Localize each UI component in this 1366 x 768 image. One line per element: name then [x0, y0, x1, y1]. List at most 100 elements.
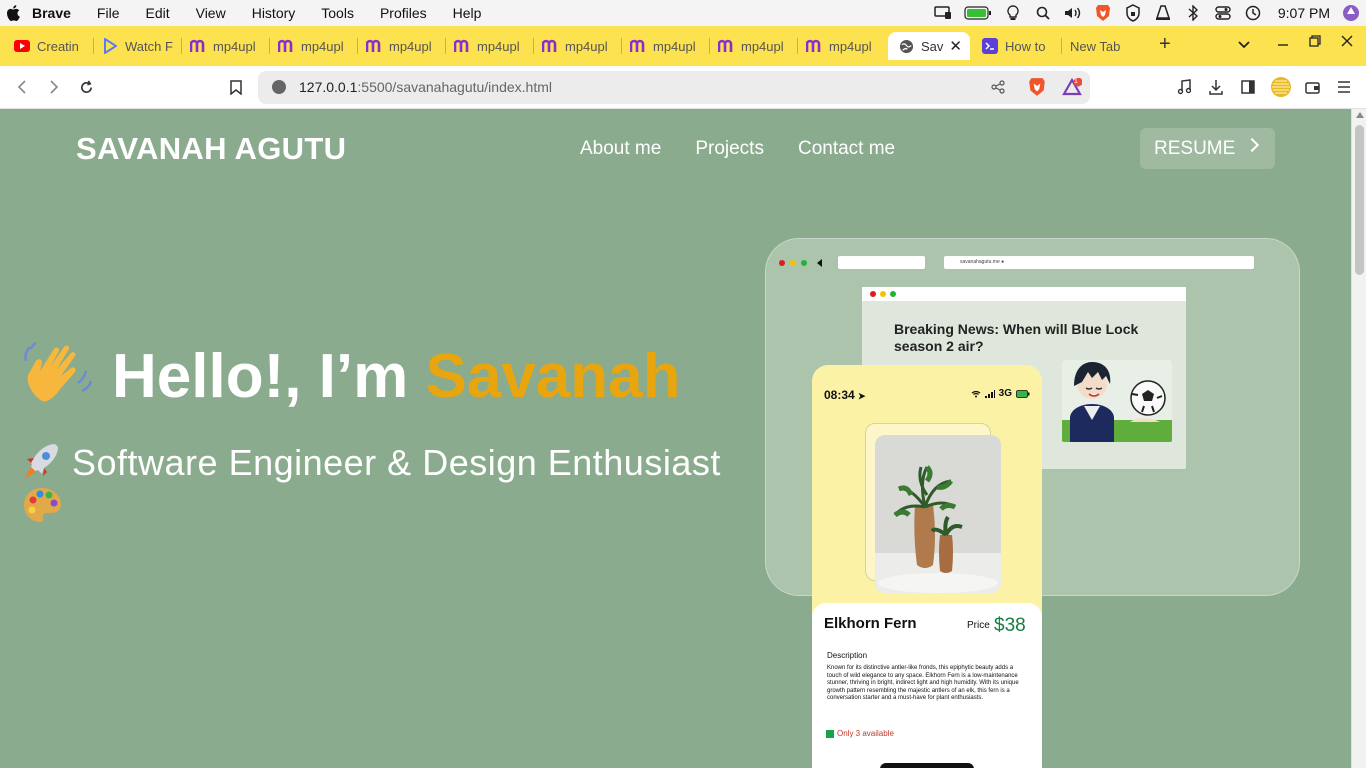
menu-view[interactable]: View [196, 5, 226, 21]
tagline-text: Software Engineer & Design Enthusiast [72, 442, 721, 483]
tab-label: Creatin [37, 38, 79, 54]
rewards-badge-count: 1 [1074, 78, 1078, 85]
wifi-icon [971, 390, 981, 397]
nav-contact-me[interactable]: Contact me [798, 138, 895, 160]
download-icon[interactable] [1207, 78, 1225, 96]
tab-label: Sav [921, 38, 944, 54]
tab-mp4upload-8[interactable]: mp4upl [806, 32, 886, 60]
menubar-clock[interactable]: 9:07 PM [1278, 5, 1330, 21]
vpn-shield-icon[interactable] [1124, 4, 1142, 22]
profile-coin-icon[interactable] [1270, 76, 1292, 98]
close-window-icon[interactable] [1341, 34, 1353, 52]
vlc-cone-icon[interactable] [1154, 5, 1172, 21]
hero-name: Savanah [425, 342, 681, 411]
tab-label: New Tab [1070, 38, 1121, 54]
rocket-icon [25, 444, 58, 478]
tab-mp4upload-7[interactable]: mp4upl [718, 32, 798, 60]
nav-projects[interactable]: Projects [695, 138, 764, 160]
menu-tools[interactable]: Tools [321, 5, 354, 21]
restore-icon[interactable] [1309, 34, 1321, 52]
resume-button[interactable]: RESUME [1140, 128, 1275, 169]
availability: Only 3 available [826, 729, 894, 738]
tab-mp4upload-5[interactable]: mp4upl [542, 32, 622, 60]
tab-label: mp4upl [301, 38, 344, 54]
app-menu-brave[interactable]: Brave [32, 5, 71, 21]
tab-label: Watch F [125, 38, 173, 54]
nav-about-me[interactable]: About me [580, 138, 661, 160]
tab-label: mp4upl [389, 38, 432, 54]
back-icon[interactable] [13, 78, 31, 96]
back-arrow-icon [817, 259, 822, 267]
scrollbar-thumb[interactable] [1355, 125, 1364, 275]
sidebar-toggle-icon[interactable] [1239, 78, 1257, 96]
bluetooth-icon[interactable] [1184, 5, 1202, 21]
bookmark-icon[interactable] [227, 78, 245, 96]
price-label: Price [967, 620, 990, 631]
tab-mp4upload-6[interactable]: mp4upl [630, 32, 710, 60]
phone-mockup: 08:34 ➤ 3G Elkhorn Fern Price $38 Descri… [812, 365, 1042, 768]
description-label: Description [827, 651, 868, 660]
screen-mirror-icon[interactable] [934, 5, 952, 21]
tab-search-chevron-icon[interactable] [1238, 36, 1250, 54]
tab-mp4upload-3[interactable]: mp4upl [366, 32, 446, 60]
menu-file[interactable]: File [97, 5, 120, 21]
tab-savanah-active[interactable]: Sav ✕ [888, 32, 970, 60]
brave-lion-icon[interactable] [1094, 5, 1112, 21]
site-brand[interactable]: SAVANAH AGUTU [76, 131, 346, 167]
volume-icon[interactable] [1064, 5, 1082, 21]
phone-battery-icon [1016, 389, 1030, 398]
m-logo-icon [190, 38, 206, 54]
minimize-icon[interactable] [1277, 34, 1289, 52]
tab-mp4upload-4[interactable]: mp4upl [454, 32, 534, 60]
tab-youtube[interactable]: Creatin [14, 32, 94, 60]
forward-icon[interactable] [45, 78, 63, 96]
new-tab-plus-icon[interactable]: + [1159, 33, 1171, 56]
battery-icon[interactable] [964, 5, 992, 21]
news-window-bar [862, 287, 1186, 301]
reload-icon[interactable] [77, 78, 95, 96]
control-center-icon[interactable] [1214, 5, 1232, 21]
url-path: :5500/savanahagutu/index.html [357, 79, 552, 95]
menu-help[interactable]: Help [453, 5, 482, 21]
tab-watch[interactable]: Watch F [102, 32, 182, 60]
phone-time: 08:34 ➤ [824, 388, 866, 402]
url-host: 127.0.0.1 [299, 79, 358, 95]
share-icon[interactable] [991, 80, 1005, 99]
site-info-icon[interactable] [272, 80, 286, 94]
mock-url-text: savanahagutu.me [960, 259, 1000, 265]
profile-avatar-icon[interactable] [1342, 5, 1360, 21]
product-name: Elkhorn Fern [824, 615, 917, 632]
media-music-icon[interactable] [1175, 78, 1193, 96]
url-text[interactable]: 127.0.0.1:5500/savanahagutu/index.html [299, 79, 552, 95]
product-price: $38 [994, 615, 1026, 636]
brave-shields-icon[interactable] [1028, 77, 1046, 102]
news-headline: Breaking News: When will Blue Lock seaso… [894, 321, 1139, 354]
brave-rewards-icon[interactable] [1062, 77, 1083, 101]
menu-edit[interactable]: Edit [145, 5, 169, 21]
m-logo-icon [278, 38, 294, 54]
play-icon [102, 38, 118, 54]
screen-time-icon[interactable] [1244, 5, 1262, 21]
tab-mp4upload-1[interactable]: mp4upl [190, 32, 270, 60]
address-bar[interactable]: 127.0.0.1:5500/savanahagutu/index.html 1 [258, 71, 1090, 104]
browser-toolbar: 127.0.0.1:5500/savanahagutu/index.html 1 [0, 66, 1366, 109]
menu-profiles[interactable]: Profiles [380, 5, 427, 21]
tab-new-tab[interactable]: New Tab [1070, 32, 1150, 60]
lightbulb-icon[interactable] [1004, 5, 1022, 21]
search-icon[interactable] [1034, 5, 1052, 21]
phone-time-text: 08:34 [824, 388, 855, 402]
page-scrollbar[interactable] [1351, 109, 1366, 768]
terminal-icon [982, 38, 998, 54]
hamburger-menu-icon[interactable] [1335, 78, 1353, 96]
scroll-up-icon[interactable] [1356, 112, 1364, 118]
tab-close-icon[interactable]: ✕ [949, 37, 962, 55]
browser-tab-strip: Creatin Watch F mp4upl mp4upl mp4upl mp4… [0, 26, 1366, 66]
product-description: Known for its distinctive antler-like fr… [827, 665, 1019, 702]
menu-history[interactable]: History [252, 5, 296, 21]
wallet-icon[interactable] [1303, 78, 1321, 96]
tab-mp4upload-2[interactable]: mp4upl [278, 32, 358, 60]
apple-icon[interactable] [6, 5, 20, 21]
tab-how-to[interactable]: How to [982, 32, 1062, 60]
hero-greeting: Hello!, I’m [112, 342, 426, 411]
resume-label: RESUME [1154, 137, 1236, 159]
